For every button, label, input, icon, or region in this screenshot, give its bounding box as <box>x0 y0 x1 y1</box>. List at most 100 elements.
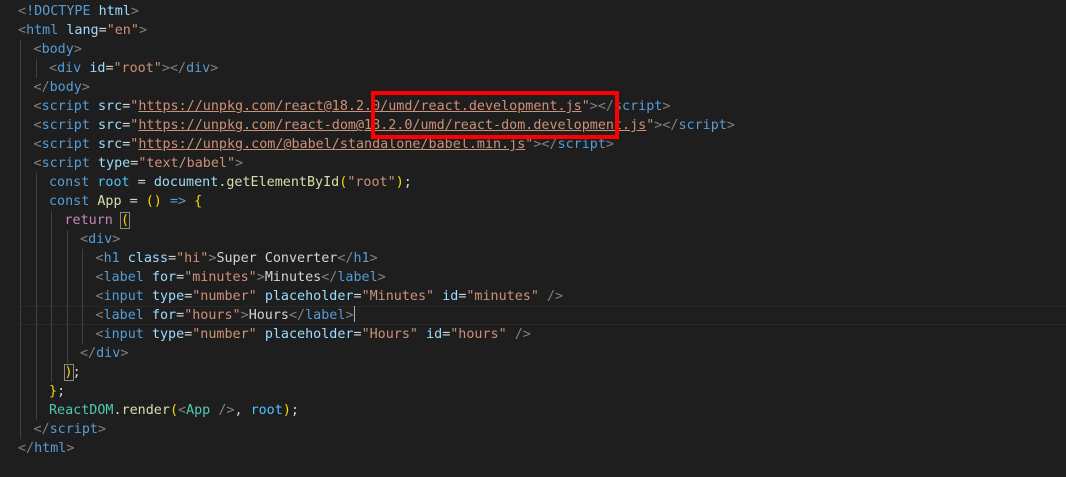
code-line-text: <label for="hours">Hours</label> <box>96 306 355 325</box>
code-token: label <box>305 308 346 323</box>
code-token: () <box>145 194 162 209</box>
code-token: id <box>426 327 443 342</box>
code-token: for <box>151 308 177 323</box>
code-line[interactable]: <input type="number" placeholder="Minute… <box>0 287 1066 306</box>
code-line[interactable]: <div> <box>0 230 1066 249</box>
code-token: "number" <box>192 289 265 304</box>
code-token: </ <box>33 422 50 437</box>
code-line[interactable]: <input type="number" placeholder="Hours"… <box>0 325 1066 344</box>
code-token: html <box>98 4 131 19</box>
code-line[interactable]: <html lang="en"> <box>0 21 1066 40</box>
code-line[interactable]: </html> <box>0 439 1066 458</box>
code-token: html <box>34 441 67 456</box>
code-token: > <box>235 156 244 171</box>
code-token: < <box>33 42 42 57</box>
code-line[interactable]: <body> <box>0 40 1066 59</box>
code-token: > <box>240 308 249 323</box>
code-token: ></ <box>533 137 558 152</box>
indent-guide <box>20 78 21 97</box>
indent-guide <box>82 325 83 344</box>
code-token: < <box>95 308 104 323</box>
indent-guide <box>51 249 52 268</box>
indent-guide <box>66 268 68 287</box>
code-token: > <box>66 441 75 456</box>
code-token: /> <box>514 327 531 342</box>
code-line-text: ); <box>63 363 81 382</box>
code-token: = <box>98 23 107 38</box>
code-token: ></ <box>161 61 187 76</box>
code-token: > <box>210 61 219 76</box>
code-line[interactable]: }; <box>0 382 1066 401</box>
code-token: > <box>377 270 386 285</box>
code-line-text: }; <box>49 382 65 401</box>
code-line[interactable]: ); <box>0 363 1066 382</box>
indent-guide <box>35 249 37 268</box>
indent-guide <box>20 116 21 135</box>
indent-guide <box>35 287 37 306</box>
indent-guide <box>66 230 68 249</box>
indent-guide <box>51 344 52 363</box>
code-line-text: return ( <box>64 211 131 230</box>
code-line[interactable]: return ( <box>0 211 1066 230</box>
code-token: = <box>121 194 146 209</box>
code-token: "root" <box>347 175 396 190</box>
code-token: ; <box>403 175 412 190</box>
code-line-text: const root = document.getElementById("ro… <box>49 173 412 192</box>
indent-guide <box>51 268 52 287</box>
code-token: > <box>130 4 139 19</box>
code-line-text: </html> <box>18 439 74 458</box>
code-line[interactable]: const App = () => { <box>0 192 1066 211</box>
code-line-text: <html lang="en"> <box>18 21 147 40</box>
code-token: "text/babel" <box>138 156 236 171</box>
code-token: return <box>64 213 121 228</box>
code-token: label <box>337 270 378 285</box>
annotation-highlight-box <box>371 91 619 139</box>
code-line[interactable]: const root = document.getElementById("ro… <box>0 173 1066 192</box>
indent-guide <box>20 382 21 401</box>
code-token: = <box>176 270 185 285</box>
code-token: App <box>186 403 219 418</box>
indent-guide <box>66 325 68 344</box>
code-line[interactable]: <!DOCTYPE html> <box>0 2 1066 21</box>
code-line-text: <script type="text/babel"> <box>34 154 244 173</box>
code-line[interactable]: <script type="text/babel"> <box>0 154 1066 173</box>
code-token: < <box>33 156 42 171</box>
indent-guide <box>66 287 68 306</box>
code-token: html <box>26 23 67 38</box>
code-line[interactable]: <div id="root"></div> <box>0 59 1066 78</box>
indent-guide <box>20 401 21 420</box>
indent-guide <box>35 325 37 344</box>
code-line[interactable]: </div> <box>0 344 1066 363</box>
code-token: ReactDOM <box>49 403 114 418</box>
code-line-text: </body> <box>34 78 90 97</box>
code-token: "en" <box>106 23 139 38</box>
code-token: ; <box>57 384 66 399</box>
code-token: getElementById <box>226 175 340 190</box>
indent-guide <box>82 306 83 325</box>
code-token: script <box>678 118 727 133</box>
code-token: = <box>129 175 154 190</box>
code-line[interactable]: </script> <box>0 420 1066 439</box>
code-editor[interactable]: <!DOCTYPE html> <html lang="en"> <body> <di… <box>0 0 1066 477</box>
code-line[interactable]: ReactDOM.render(<App />, root); <box>0 401 1066 420</box>
code-token: !DOCTYPE <box>26 4 99 19</box>
code-line[interactable]: <label for="minutes">Minutes</label> <box>0 268 1066 287</box>
code-token: < <box>95 251 104 266</box>
code-line-text: <input type="number" placeholder="Hours"… <box>96 325 531 344</box>
indent-guide <box>51 363 52 382</box>
code-token: ( <box>169 403 178 418</box>
code-token: script <box>557 137 606 152</box>
code-token: < <box>95 270 104 285</box>
indent-guide <box>20 306 21 325</box>
code-token: ) <box>282 403 291 418</box>
code-token: "minutes" <box>184 270 257 285</box>
code-token: root <box>250 403 283 418</box>
code-line[interactable]: <label for="hours">Hours</label> <box>0 306 1066 325</box>
code-token: script <box>41 156 98 171</box>
code-token: ; <box>72 365 81 380</box>
code-token: body <box>41 42 74 57</box>
indent-guide <box>82 287 83 306</box>
code-line[interactable]: <h1 class="hi">Super Converter</h1> <box>0 249 1066 268</box>
code-token: ( <box>119 212 131 229</box>
indent-guide <box>35 192 37 211</box>
